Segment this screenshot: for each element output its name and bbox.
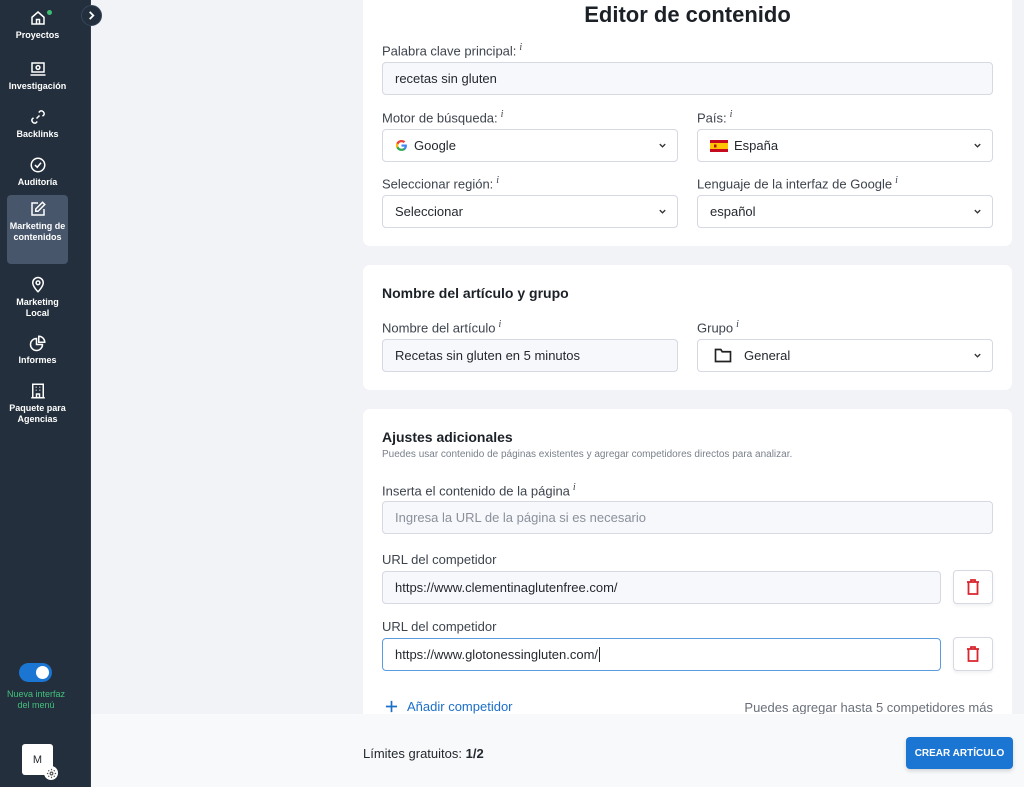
sidebar-item-label: Investigación [8,81,67,91]
article-name-label: Nombre del artículo i [382,319,502,336]
sidebar-item-agencias[interactable]: Paquete para Agencias [7,377,68,425]
spain-flag-icon [710,139,728,152]
article-group-card: Nombre del artículo y grupo Nombre del a… [363,265,1012,390]
language-label: Lenguaje de la interfaz de Google i [697,175,898,192]
page-url-input[interactable]: Ingresa la URL de la página si es necesa… [382,501,993,534]
region-select[interactable]: Seleccionar [382,195,678,228]
engine-label: Motor de búsqueda: i [382,109,504,126]
chevron-down-icon [659,143,666,148]
group-select[interactable]: General [697,339,993,372]
info-icon[interactable]: i [736,319,739,330]
toggle-knob [36,666,49,679]
toggle-label: Nueva interfaz del menú [6,689,66,710]
footer-bar: Límites gratuitos: 1/2 CREAR ARTÍCULO [91,714,1024,787]
sidebar: Proyectos Investigación Backlinks Audito… [0,0,91,787]
sidebar-item-label: Paquete para Agencias [9,403,66,424]
additional-settings-card: Ajustes adicionales Puedes usar contenid… [363,409,1012,729]
language-select[interactable]: español [697,195,993,228]
sidebar-item-proyectos[interactable]: Proyectos [7,4,68,41]
trash-icon [967,579,979,595]
info-icon[interactable]: i [501,109,504,120]
google-icon [395,139,408,152]
section-title: Ajustes adicionales [382,429,513,445]
sidebar-item-marketing-contenidos[interactable]: Marketing de contenidos [7,195,68,264]
page-title: Editor de contenido [584,2,791,27]
region-label: Seleccionar región: i [382,175,500,192]
chevron-down-icon [974,353,981,358]
info-icon[interactable]: i [498,319,501,330]
pie-chart-icon [29,335,46,352]
chevron-down-icon [659,209,666,214]
create-article-button[interactable]: CREAR ARTÍCULO [906,737,1013,769]
article-name-input[interactable]: Recetas sin gluten en 5 minutos [382,339,678,372]
link-icon [30,110,45,124]
delete-competitor-button[interactable] [953,570,993,604]
sidebar-item-backlinks[interactable]: Backlinks [7,103,68,140]
free-limits: Límites gratuitos: 1/2 [363,746,484,761]
engine-select[interactable]: Google [382,129,678,162]
section-title: Nombre del artículo y grupo [382,285,569,301]
plus-icon [385,700,398,713]
competitor-label: URL del competidor [382,552,497,567]
map-pin-icon [31,276,44,293]
chevron-down-icon [974,143,981,148]
sidebar-item-label: Marketing de contenidos [9,221,66,242]
competitor-label: URL del competidor [382,619,497,634]
gear-icon[interactable] [44,766,58,780]
sidebar-item-label: Backlinks [16,129,59,139]
sidebar-item-label: Marketing Local [16,297,59,318]
sidebar-item-investigacion[interactable]: Investigación [7,55,68,92]
info-icon[interactable]: i [895,175,898,186]
main-content: Editor de contenido Palabra clave princi… [91,0,1024,729]
competitor-url-input[interactable]: https://www.glotonessingluten.com/ [382,638,941,671]
free-limits-value: 1/2 [465,746,484,761]
info-icon[interactable]: i [730,109,733,120]
info-icon[interactable]: i [519,42,522,53]
info-icon[interactable]: i [496,175,499,186]
chevron-down-icon [974,209,981,214]
country-label: País: i [697,109,733,126]
country-select[interactable]: España [697,129,993,162]
building-icon [30,383,45,399]
sidebar-item-label: Auditoría [17,177,58,187]
sidebar-item-label: Proyectos [15,30,60,40]
expand-sidebar-button[interactable] [81,5,102,26]
sidebar-item-informes[interactable]: Informes [7,329,68,366]
search-settings-card: Editor de contenido Palabra clave princi… [363,0,1012,246]
keyword-label: Palabra clave principal: i [382,42,523,59]
sidebar-item-label: Informes [18,355,57,365]
laptop-search-icon [30,62,45,76]
status-dot [47,10,52,15]
add-competitor-button[interactable]: Añadir competidor [385,699,513,714]
chevron-right-icon [89,11,95,20]
group-label: Grupo i [697,319,739,336]
home-icon [30,11,45,25]
info-icon[interactable]: i [573,482,576,493]
text-cursor [599,647,601,662]
trash-icon [967,646,979,662]
keyword-input[interactable]: recetas sin gluten [382,62,993,95]
section-subtitle: Puedes usar contenido de páginas existen… [382,449,793,460]
add-competitor-hint: Puedes agregar hasta 5 competidores más [744,700,993,715]
avatar[interactable]: M [22,744,58,780]
delete-competitor-button[interactable] [953,637,993,671]
new-menu-toggle[interactable] [19,663,52,682]
page-content-label: Inserta el contenido de la página i [382,482,576,499]
competitor-url-input[interactable]: https://www.clementinaglutenfree.com/ [382,571,941,604]
sidebar-item-auditoria[interactable]: Auditoría [7,151,68,188]
avatar-initial: M [32,753,43,766]
edit-icon [30,201,46,216]
sidebar-item-marketing-local[interactable]: Marketing Local [7,271,68,319]
folder-icon [714,348,732,363]
check-circle-icon [30,157,45,173]
